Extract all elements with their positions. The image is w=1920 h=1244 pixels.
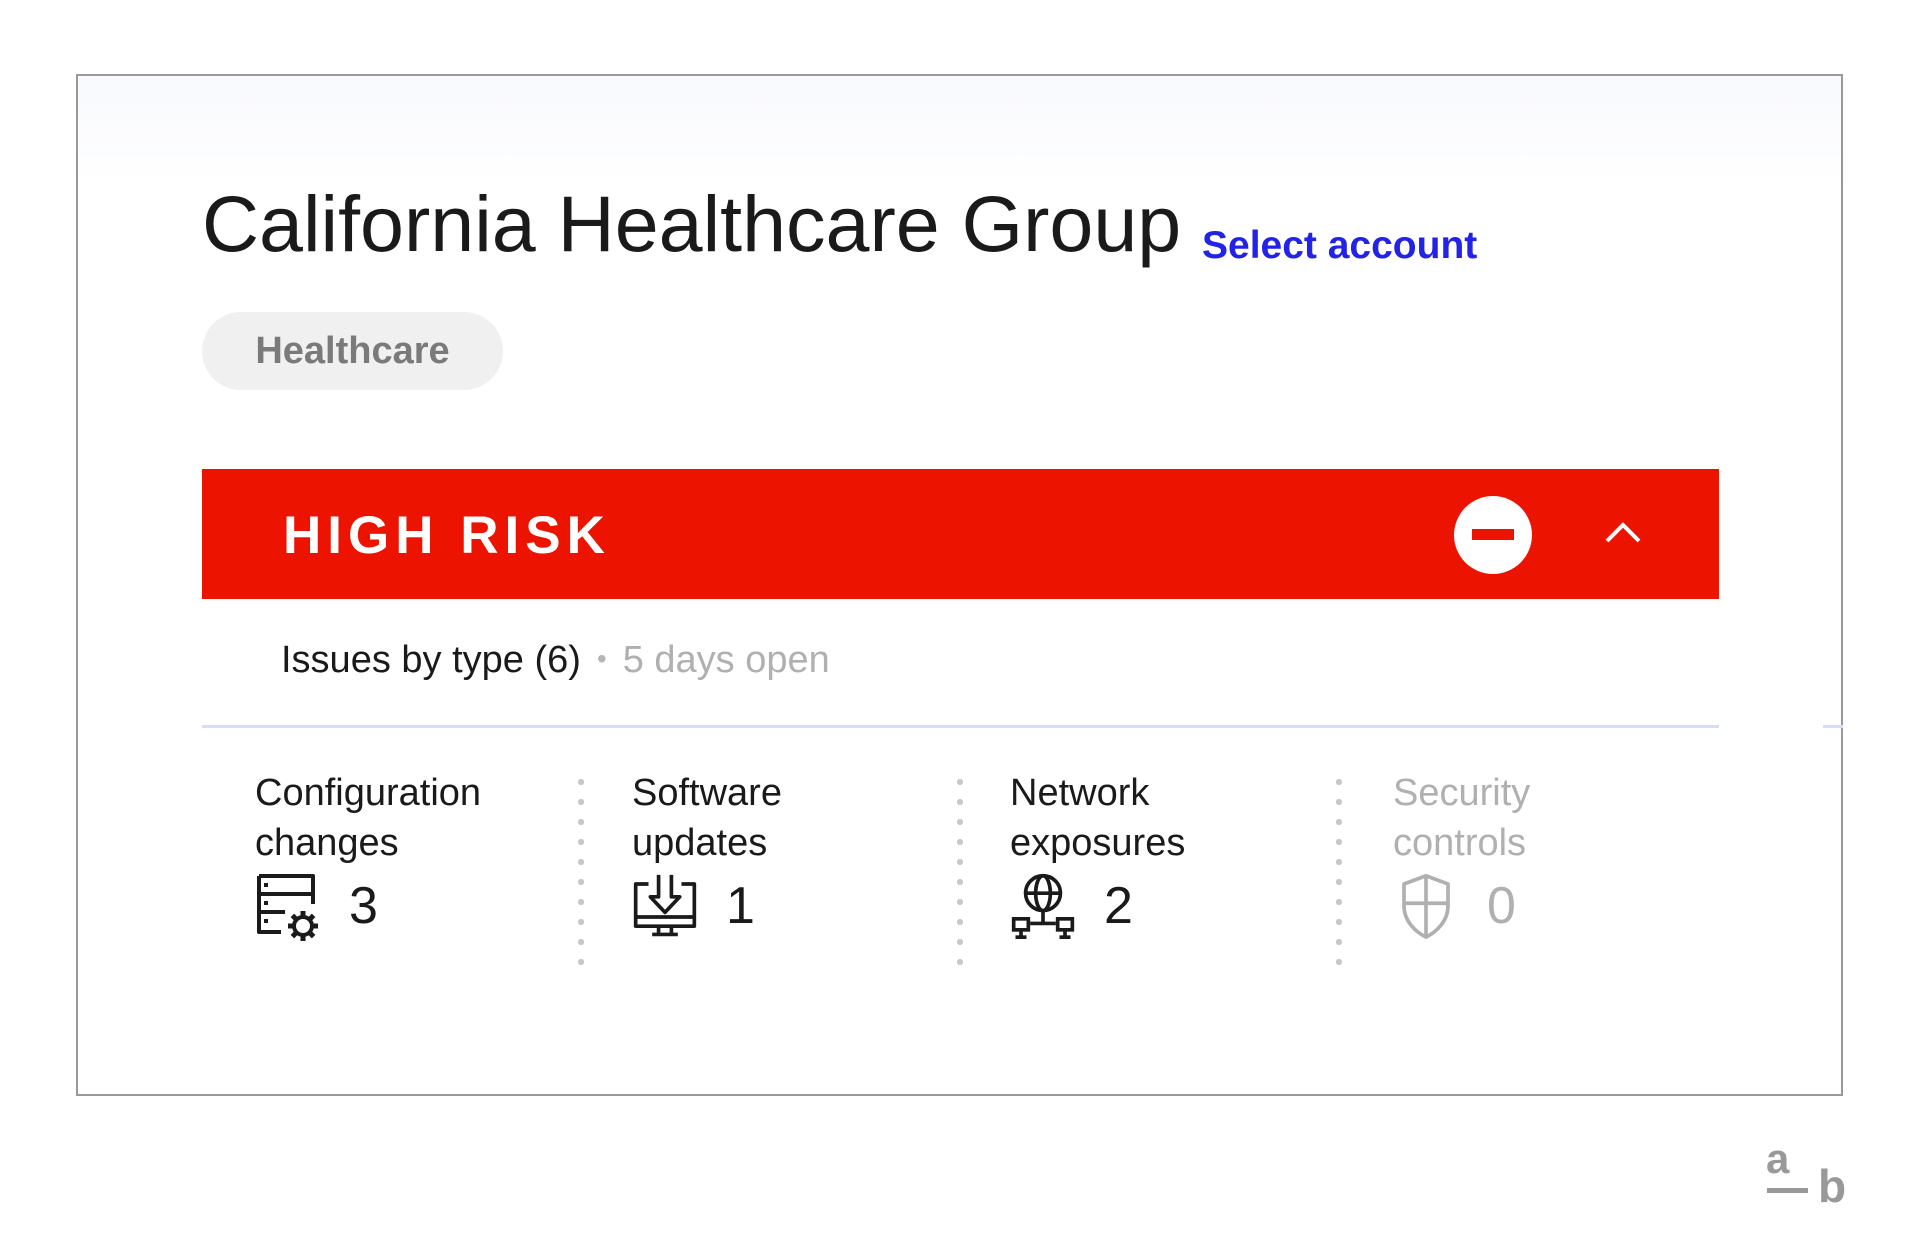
- issue-type-label: Network exposures: [1010, 772, 1186, 864]
- issue-type-network-exposures[interactable]: Network exposures 2: [1010, 768, 1185, 942]
- issue-type-label: Software updates: [632, 772, 782, 864]
- issue-type-label: Security controls: [1393, 772, 1531, 864]
- risk-level-label: HIGH RISK: [283, 506, 611, 565]
- column-separator: [957, 772, 963, 978]
- select-account-link[interactable]: Select account: [1202, 226, 1477, 265]
- column-separator: [1336, 772, 1342, 978]
- logo-letter-b: b: [1818, 1160, 1847, 1212]
- account-title: California Healthcare Group: [202, 179, 1182, 268]
- bullet-separator: •: [596, 643, 607, 674]
- logo-bar: [1767, 1188, 1808, 1193]
- industry-tag-label: Healthcare: [255, 329, 450, 372]
- collapse-button[interactable]: [1598, 509, 1648, 559]
- industry-tag: Healthcare: [202, 312, 503, 390]
- server-gear-icon: [257, 874, 318, 941]
- issue-count: 3: [349, 877, 378, 935]
- chevron-up-icon: [1605, 522, 1641, 543]
- days-open-text: 5 days open: [622, 639, 830, 681]
- logo-letter-a: a: [1766, 1135, 1790, 1182]
- section-divider: [202, 725, 1719, 728]
- section-divider-stub: [1823, 725, 1843, 728]
- issue-count: 1: [726, 877, 755, 935]
- issue-type-configuration[interactable]: Configuration changes 3: [255, 768, 481, 942]
- risk-banner: HIGH RISK: [202, 469, 1719, 599]
- column-separator: [578, 772, 584, 978]
- monitor-download-icon: [633, 874, 697, 937]
- minus-icon-bar: [1472, 529, 1514, 540]
- globe-network-icon: [1011, 873, 1075, 939]
- issues-count-text: Issues by type (6): [281, 639, 581, 681]
- issue-count: 2: [1104, 877, 1133, 935]
- issue-type-label: Configuration changes: [255, 772, 482, 864]
- issue-type-software-updates[interactable]: Software updates 1: [632, 768, 782, 942]
- shield-icon: [1402, 873, 1450, 939]
- issue-count: 0: [1487, 877, 1516, 935]
- issues-summary: Issues by type (6) • 5 days open: [281, 641, 830, 679]
- issue-type-security-controls[interactable]: Security controls 0: [1393, 768, 1530, 942]
- brand-logo: a b: [1762, 1138, 1852, 1210]
- minus-circle-icon: [1454, 496, 1532, 574]
